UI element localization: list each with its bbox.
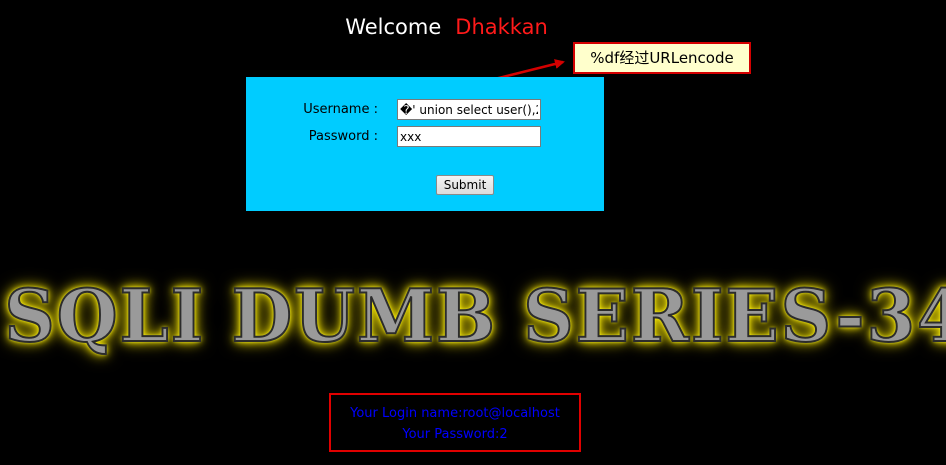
login-name-result: Your Login name:root@localhost [350, 406, 560, 421]
password-row: Password : [246, 126, 604, 148]
result-box: Your Login name:root@localhost Your Pass… [329, 393, 581, 452]
username-row: Username : [246, 99, 604, 121]
password-label: Password : [308, 129, 378, 144]
login-form: Username : Password : Submit [246, 77, 604, 211]
password-input[interactable] [397, 126, 541, 147]
username-input[interactable] [397, 99, 541, 120]
password-result: Your Password:2 [402, 427, 508, 442]
submit-button[interactable]: Submit [436, 175, 494, 195]
annotation-callout: %df经过URLencode [573, 42, 751, 74]
series-banner: SQLI DUMB SERIES-34 [3, 273, 946, 358]
username-label: Username : [303, 102, 378, 117]
